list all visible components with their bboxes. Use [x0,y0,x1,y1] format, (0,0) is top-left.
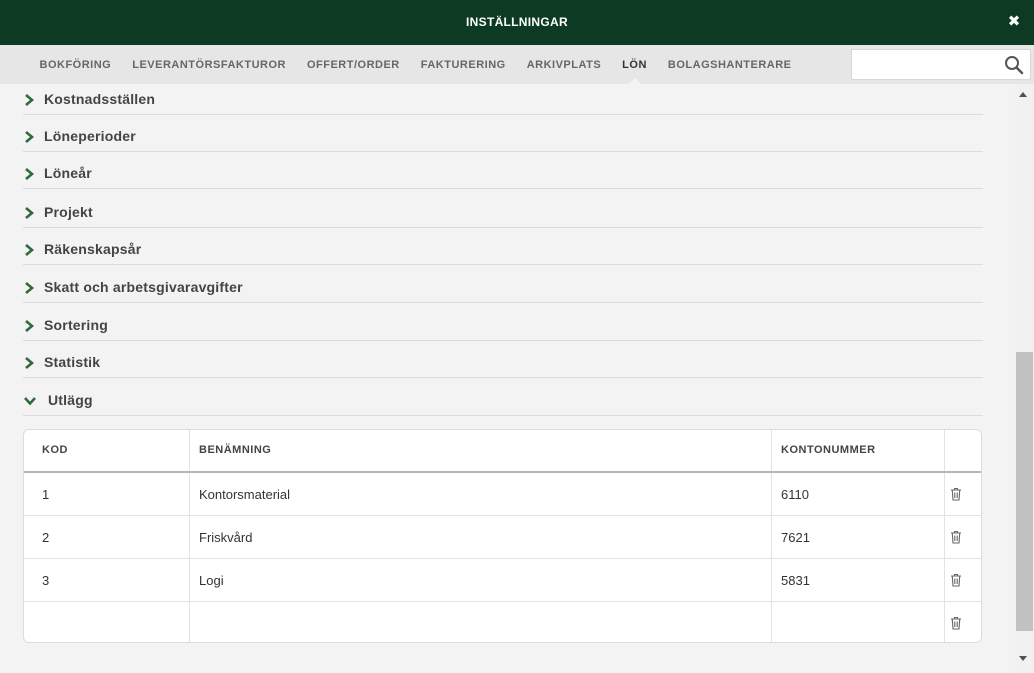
cell-kod[interactable] [24,602,190,642]
column-header-kontonummer[interactable]: KONTONUMMER [772,430,945,471]
search-box [851,49,1031,80]
table-row: 1 Kontorsmaterial 6110 [24,473,981,516]
chevron-right-icon [25,94,35,106]
trash-icon[interactable] [950,616,962,630]
table-row-new [24,602,981,642]
section-loneperioder[interactable]: Löneperioder [23,126,983,152]
table-header: KOD BENÄMNING KONTONUMMER [24,430,981,473]
chevron-right-icon [25,244,35,256]
cell-actions [945,559,981,601]
table-row: 3 Logi 5831 [24,559,981,602]
section-label: Projekt [44,204,93,220]
settings-nav: BOKFÖRING LEVERANTÖRSFAKTUROR OFFERT/ORD… [0,45,1034,84]
close-icon[interactable]: ✖ [1006,14,1022,30]
cell-kontonummer[interactable] [772,602,945,642]
cell-benamning[interactable]: Kontorsmaterial [190,473,772,515]
tab-arkivplats[interactable]: ARKIVPLATS [516,45,611,84]
cell-kontonummer[interactable]: 5831 [772,559,945,601]
section-utlagg[interactable]: Utlägg [23,390,983,416]
cell-kontonummer[interactable]: 7621 [772,516,945,558]
section-statistik[interactable]: Statistik [23,352,983,378]
tab-fakturering[interactable]: FAKTURERING [410,45,516,84]
cell-kontonummer[interactable]: 6110 [772,473,945,515]
tab-leverantorsfakturor[interactable]: LEVERANTÖRSFAKTUROR [122,45,297,84]
trash-icon[interactable] [950,487,962,501]
section-label: Löneperioder [44,128,136,144]
section-rakenskapsar[interactable]: Räkenskapsår [23,239,983,265]
chevron-right-icon [25,282,35,294]
cell-benamning[interactable] [190,602,772,642]
column-header-actions [945,430,981,471]
search-icon[interactable] [1004,55,1024,75]
cell-benamning[interactable]: Friskvård [190,516,772,558]
cell-actions [945,602,981,642]
scroll-thumb[interactable] [1016,352,1033,631]
column-header-benamning[interactable]: BENÄMNING [190,430,772,471]
section-label: Skatt och arbetsgivaravgifter [44,279,243,295]
chevron-right-icon [25,357,35,369]
window-title: INSTÄLLNINGAR [466,15,568,29]
trash-icon[interactable] [950,530,962,544]
settings-content: Kostnadsställen Löneperioder Löneår Proj… [0,84,1015,673]
cell-kod[interactable]: 3 [24,559,190,601]
cell-kod[interactable]: 1 [24,473,190,515]
title-bar: INSTÄLLNINGAR ✖ [0,0,1034,45]
chevron-down-icon [24,397,36,406]
cell-benamning[interactable]: Logi [190,559,772,601]
section-label: Sortering [44,317,109,333]
section-skatt-och-arbetsgivaravgifter[interactable]: Skatt och arbetsgivaravgifter [23,277,983,303]
section-lonear[interactable]: Löneår [23,163,983,189]
section-label: Kostnadsställen [44,91,156,107]
cell-kod[interactable]: 2 [24,516,190,558]
section-sortering[interactable]: Sortering [23,315,983,341]
chevron-right-icon [25,320,35,332]
section-label: Räkenskapsår [44,241,142,257]
section-kostnadsstallen[interactable]: Kostnadsställen [23,89,983,115]
trash-icon[interactable] [950,573,962,587]
tab-bolagshanterare[interactable]: BOLAGSHANTERARE [657,45,802,84]
table-row: 2 Friskvård 7621 [24,516,981,559]
tab-bar: BOKFÖRING LEVERANTÖRSFAKTUROR OFFERT/ORD… [29,45,802,84]
scroll-down-arrow-icon[interactable] [1019,656,1027,661]
vertical-scrollbar[interactable] [1015,84,1034,673]
section-label: Statistik [44,354,101,370]
scroll-up-arrow-icon[interactable] [1019,92,1027,97]
tab-bokforing[interactable]: BOKFÖRING [29,45,122,84]
cell-actions [945,473,981,515]
tab-offert-order[interactable]: OFFERT/ORDER [296,45,410,84]
chevron-right-icon [25,131,35,143]
utlagg-table: KOD BENÄMNING KONTONUMMER 1 Kontorsmater… [23,429,982,643]
section-projekt[interactable]: Projekt [23,202,983,228]
section-label: Löneår [44,165,92,181]
cell-actions [945,516,981,558]
search-input[interactable] [852,50,1000,79]
section-label: Utlägg [48,392,93,408]
tab-lon[interactable]: LÖN [612,45,658,84]
chevron-right-icon [25,207,35,219]
column-header-kod[interactable]: KOD [24,430,190,471]
chevron-right-icon [25,168,35,180]
